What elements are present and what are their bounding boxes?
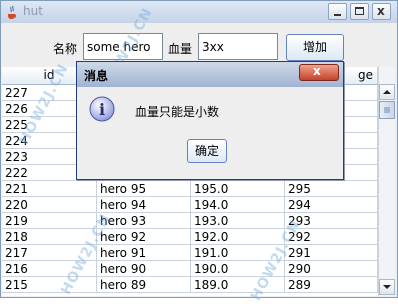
name-input[interactable]: [83, 33, 163, 60]
table-cell-damage: 290: [285, 261, 378, 277]
hp-input[interactable]: [198, 33, 278, 60]
scroll-up-button[interactable]: [379, 84, 395, 100]
table-row[interactable]: 220 hero 94 194.0 294: [2, 197, 378, 213]
table-row[interactable]: 219 hero 93 193.0 293: [2, 213, 378, 229]
table-cell-hp: 190.0: [191, 261, 285, 277]
vertical-scrollbar[interactable]: [378, 67, 395, 296]
window-title: hut: [23, 4, 43, 18]
minimize-icon: [334, 14, 341, 16]
table-cell-hp: 193.0: [191, 213, 285, 229]
info-icon: i: [89, 96, 115, 122]
svg-text:i: i: [99, 100, 105, 119]
dialog-title: 消息: [84, 69, 109, 83]
table-cell-id: 217: [2, 245, 97, 261]
table-cell-hp: 189.0: [191, 277, 285, 293]
table-cell-id: 218: [2, 229, 97, 245]
table-cell-name: hero 92: [97, 229, 191, 245]
table-row[interactable]: 217 hero 91 191.0 291: [2, 245, 378, 261]
message-dialog: 消息 x i 血量只能是小数 确定: [76, 61, 344, 180]
table-cell-damage: 292: [285, 229, 378, 245]
add-button[interactable]: 增加: [286, 34, 344, 61]
table-cell-name: hero 90: [97, 261, 191, 277]
name-label: 名称: [53, 42, 78, 56]
scroll-thumb[interactable]: [379, 101, 395, 119]
table-cell-id: 219: [2, 213, 97, 229]
maximize-icon: [355, 7, 364, 15]
dialog-titlebar[interactable]: 消息 x: [77, 62, 343, 87]
arrow-up-icon: [383, 90, 391, 94]
dialog-message: 血量只能是小数: [135, 105, 220, 119]
table-row[interactable]: 216 hero 90 190.0 290: [2, 261, 378, 277]
dialog-close-button[interactable]: x: [299, 64, 339, 81]
table-row[interactable]: 215 hero 89 189.0 289: [2, 277, 378, 293]
table-row[interactable]: 221 hero 95 195.0 295: [2, 181, 378, 197]
table-cell-id: 220: [2, 197, 97, 213]
java-cup-icon: [8, 5, 17, 19]
minimize-button[interactable]: [328, 3, 347, 20]
arrow-down-icon: [383, 285, 391, 289]
table-cell-name: hero 89: [97, 277, 191, 293]
table-cell-hp: 191.0: [191, 245, 285, 261]
table-cell-id: 215: [2, 277, 97, 293]
table-cell-name: hero 94: [97, 197, 191, 213]
table-cell-hp: 195.0: [191, 181, 285, 197]
table-cell-id: 221: [2, 181, 97, 197]
table-cell-id: 216: [2, 261, 97, 277]
table-cell-hp: 194.0: [191, 197, 285, 213]
hp-label: 血量: [168, 42, 193, 56]
table-cell-damage: 293: [285, 213, 378, 229]
close-icon: x: [313, 64, 321, 78]
table-cell-damage: 289: [285, 277, 378, 293]
table-cell-damage: 291: [285, 245, 378, 261]
window-titlebar[interactable]: hut x: [1, 1, 397, 23]
ok-button[interactable]: 确定: [187, 139, 227, 163]
close-icon: x: [377, 4, 385, 18]
table-cell-damage: 295: [285, 181, 378, 197]
scroll-down-button[interactable]: [379, 279, 395, 295]
table-cell-name: hero 95: [97, 181, 191, 197]
table-row[interactable]: 218 hero 92 192.0 292: [2, 229, 378, 245]
grip-icon: [384, 107, 390, 113]
table-cell-name: hero 91: [97, 245, 191, 261]
table-cell-damage: 294: [285, 197, 378, 213]
close-button[interactable]: x: [372, 3, 391, 20]
maximize-button[interactable]: [350, 3, 369, 20]
table-cell-hp: 192.0: [191, 229, 285, 245]
table-cell-name: hero 93: [97, 213, 191, 229]
